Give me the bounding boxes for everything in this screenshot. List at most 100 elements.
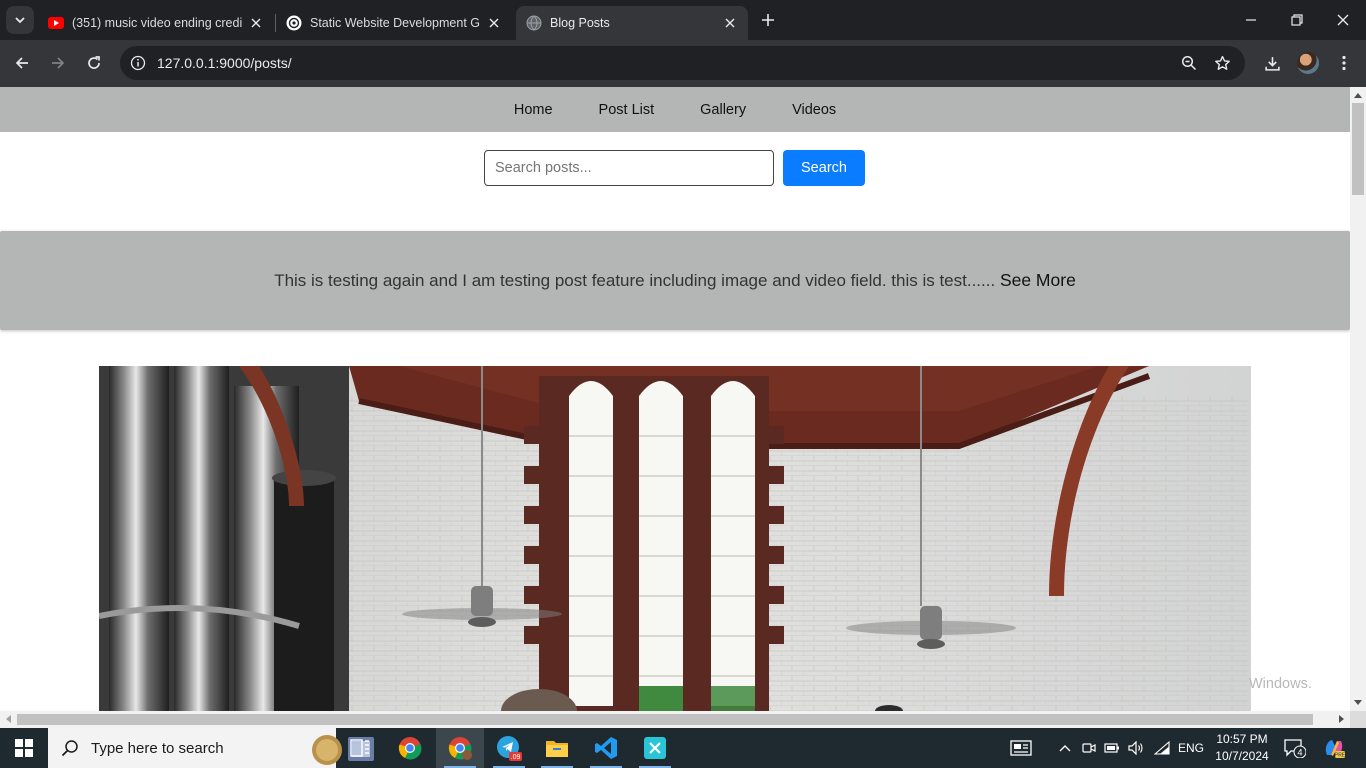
site-navbar: Home Post List Gallery Videos xyxy=(0,87,1350,132)
scroll-right-arrow-icon[interactable] xyxy=(1334,711,1350,727)
search-input[interactable] xyxy=(484,150,774,186)
browser-tab-youtube[interactable]: (351) music video ending credit xyxy=(38,6,274,40)
clock-time: 10:57 PM xyxy=(1216,732,1268,746)
download-icon xyxy=(1264,56,1280,71)
windows-logo-icon xyxy=(15,739,33,757)
post-card: This is testing again and I am testing p… xyxy=(0,231,1350,330)
minimize-icon xyxy=(1246,19,1256,21)
activate-windows-watermark: Windows. xyxy=(1249,676,1312,692)
show-hidden-icons-button[interactable] xyxy=(1055,728,1075,768)
clock-date: 10/7/2024 xyxy=(1215,749,1269,763)
search-form: Search xyxy=(0,150,1350,186)
browser-tab-blog-posts[interactable]: Blog Posts xyxy=(516,6,748,40)
x-app-icon xyxy=(644,737,666,759)
restore-icon xyxy=(1291,14,1303,26)
system-clock[interactable]: 10:57 PM 10/7/2024 xyxy=(1206,731,1278,765)
scroll-up-arrow-icon[interactable] xyxy=(1350,87,1366,103)
meet-now-icon[interactable] xyxy=(1080,728,1098,768)
tab-search-button[interactable] xyxy=(6,6,34,34)
globe-icon xyxy=(526,15,542,31)
search-icon xyxy=(61,740,78,757)
close-tab-icon[interactable] xyxy=(486,15,502,31)
tab-title: Blog Posts xyxy=(550,16,610,30)
post-excerpt: This is testing again and I am testing p… xyxy=(274,271,996,290)
more-vertical-icon xyxy=(1342,55,1346,71)
start-button[interactable] xyxy=(0,728,48,768)
task-view-icon xyxy=(350,739,369,757)
language-indicator[interactable]: ENG xyxy=(1176,728,1206,768)
chrome-menu-button[interactable] xyxy=(1330,49,1358,77)
arrow-left-icon xyxy=(15,57,28,69)
notification-icon: 4 xyxy=(1284,739,1306,758)
notification-center-button[interactable]: 4 xyxy=(1282,728,1308,768)
vertical-scrollbar[interactable] xyxy=(1350,87,1366,711)
arrow-right-icon xyxy=(52,57,65,69)
vertical-scroll-thumb[interactable] xyxy=(1352,103,1364,195)
browser-toolbar: 127.0.0.1:9000/posts/ xyxy=(0,40,1366,87)
nav-videos-link[interactable]: Videos xyxy=(792,102,836,118)
scrollbar-corner xyxy=(1350,711,1366,728)
youtube-icon xyxy=(48,15,64,31)
news-widget-button[interactable] xyxy=(1006,728,1036,768)
copilot-icon: PRE xyxy=(1325,740,1345,759)
post-excerpt-container: This is testing again and I am testing p… xyxy=(0,270,1350,291)
scroll-down-arrow-icon[interactable] xyxy=(1350,695,1366,711)
close-icon xyxy=(1337,14,1349,26)
horizontal-scrollbar[interactable] xyxy=(0,711,1350,728)
back-button[interactable] xyxy=(7,48,37,78)
taskbar-file-explorer[interactable] xyxy=(533,728,581,768)
language-text: ENG xyxy=(1177,741,1204,755)
nav-home-link[interactable]: Home xyxy=(514,102,553,118)
task-view-button[interactable] xyxy=(336,728,384,768)
notification-count: 4 xyxy=(1297,748,1302,758)
new-tab-button[interactable] xyxy=(756,8,780,32)
taskbar-chrome-1[interactable] xyxy=(386,728,434,768)
horizontal-scroll-thumb[interactable] xyxy=(17,714,1313,725)
browser-tab-strip: (351) music video ending credit Static W… xyxy=(0,0,1366,40)
page-viewport: Home Post List Gallery Videos Search Thi… xyxy=(0,87,1350,711)
close-tab-icon[interactable] xyxy=(722,15,738,31)
zoom-icon[interactable] xyxy=(1179,53,1199,73)
close-window-button[interactable] xyxy=(1320,0,1366,40)
minimize-button[interactable] xyxy=(1228,0,1274,40)
taskbar-telegram[interactable]: .09 xyxy=(485,728,533,768)
search-button[interactable]: Search xyxy=(783,150,865,186)
scroll-left-arrow-icon[interactable] xyxy=(0,711,16,727)
see-more-link[interactable]: See More xyxy=(1000,270,1076,290)
forward-button[interactable] xyxy=(43,48,73,78)
chevron-up-icon xyxy=(1059,745,1071,752)
telegram-badge: .09 xyxy=(511,754,521,761)
church-interior-photo xyxy=(99,366,1251,711)
site-info-icon[interactable] xyxy=(128,53,148,73)
address-bar[interactable]: 127.0.0.1:9000/posts/ xyxy=(120,46,1245,80)
folder-icon xyxy=(546,741,568,757)
reload-button[interactable] xyxy=(79,48,109,78)
chrome-profile-icon xyxy=(448,737,472,760)
avatar xyxy=(1297,52,1319,74)
taskbar-chrome-2[interactable] xyxy=(436,728,484,768)
battery-icon[interactable] xyxy=(1103,728,1121,768)
profile-button[interactable] xyxy=(1294,49,1322,77)
wifi-icon[interactable] xyxy=(1152,728,1172,768)
close-tab-icon[interactable] xyxy=(248,15,264,31)
bookmark-star-icon[interactable] xyxy=(1212,53,1232,73)
svg-text:PRE: PRE xyxy=(1335,753,1345,759)
volume-icon[interactable] xyxy=(1126,728,1146,768)
restore-button[interactable] xyxy=(1274,0,1320,40)
downloads-button[interactable] xyxy=(1258,49,1286,77)
taskbar-search-box[interactable]: Type here to search xyxy=(48,728,374,768)
taskbar-search-placeholder: Type here to search xyxy=(91,739,224,757)
nav-gallery-link[interactable]: Gallery xyxy=(700,102,746,118)
browser-tab-static-website[interactable]: Static Website Development Gu xyxy=(276,6,512,40)
tab-title: Static Website Development Gu xyxy=(310,16,480,30)
windows-taskbar: Type here to search .09 ENG 10:57 PM 10/… xyxy=(0,728,1366,768)
vscode-icon xyxy=(595,737,617,759)
post-image xyxy=(99,366,1251,711)
nav-post-list-link[interactable]: Post List xyxy=(599,102,655,118)
chrome-icon xyxy=(398,737,422,760)
taskbar-vscode[interactable] xyxy=(582,728,630,768)
url-text[interactable]: 127.0.0.1:9000/posts/ xyxy=(157,55,292,71)
chevron-down-icon xyxy=(15,17,25,24)
copilot-button[interactable]: PRE xyxy=(1320,728,1348,768)
taskbar-app-x[interactable] xyxy=(631,728,679,768)
